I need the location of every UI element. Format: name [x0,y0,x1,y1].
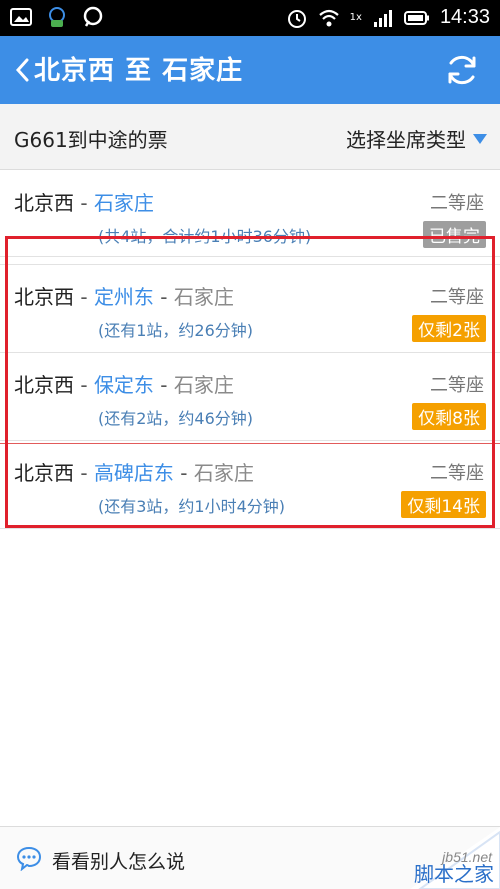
seat-type-label: 选择坐席类型 [346,128,466,152]
comment-icon [16,846,42,871]
app-header: 北京西 至 石家庄 [0,36,500,104]
page-title: 北京西 至 石家庄 [34,56,244,86]
route-info: (还有1站，约26分钟) [98,321,254,340]
route: 北京西 - 高碑店东 - 石家庄 [14,461,254,485]
battery-icon [403,10,429,25]
annotation-line [0,443,500,444]
sold-out-badge: 已售完 [423,221,486,248]
network-type-label: 1x [349,12,362,23]
wifi-icon [318,9,339,26]
route: 北京西 - 保定东 - 石家庄 [14,373,234,397]
watermark: jb51.net 脚本之家 [350,827,500,889]
train-title: G661到中途的票 [14,128,168,152]
seat-class: 二等座 [430,193,484,214]
seat-class: 二等座 [430,375,484,396]
watermark-brand: 脚本之家 [414,862,494,886]
clock: 14:33 [439,6,490,28]
route-info: (共4站，合计约1小时36分钟) [98,227,312,246]
route-info: (还有2站，约46分钟) [98,409,254,428]
seat-class: 二等座 [430,463,484,484]
signal-icon [373,9,392,27]
ticket-list: 北京西 - 石家庄 (共4站，合计约1小时36分钟) 二等座 已售完 北京西 -… [0,171,500,529]
ticket-row[interactable]: 北京西 - 保定东 - 石家庄 (还有2站，约46分钟) 二等座 仅剩8张 [0,353,500,441]
seat-type-select[interactable]: 选择坐席类型 [346,124,488,153]
dropdown-triangle-icon [473,133,487,144]
alarm-icon [287,9,306,28]
route-info: (还有3站，约1小时4分钟) [98,497,286,516]
route: 北京西 - 定州东 - 石家庄 [14,285,234,309]
remaining-badge: 仅剩2张 [412,315,486,342]
remaining-badge: 仅剩14张 [401,491,486,518]
comments-link[interactable]: 看看别人怎么说 [52,847,185,874]
message-icon [83,6,103,27]
seat-class: 二等座 [430,287,484,308]
back-arrow-icon[interactable] [12,52,32,88]
assistant-icon [49,7,65,27]
refresh-icon[interactable] [442,50,482,90]
ticket-row[interactable]: 北京西 - 高碑店东 - 石家庄 (还有3站，约1小时4分钟) 二等座 仅剩14… [0,441,500,529]
list-gap [0,257,500,265]
ticket-row[interactable]: 北京西 - 石家庄 (共4站，合计约1小时36分钟) 二等座 已售完 [0,171,500,257]
train-subheader: G661到中途的票 选择坐席类型 [0,104,500,170]
remaining-badge: 仅剩8张 [412,403,486,430]
gallery-icon [10,8,32,26]
ticket-row[interactable]: 北京西 - 定州东 - 石家庄 (还有1站，约26分钟) 二等座 仅剩2张 [0,265,500,353]
route: 北京西 - 石家庄 [14,191,154,215]
status-bar: 1x 14:33 [0,0,500,36]
